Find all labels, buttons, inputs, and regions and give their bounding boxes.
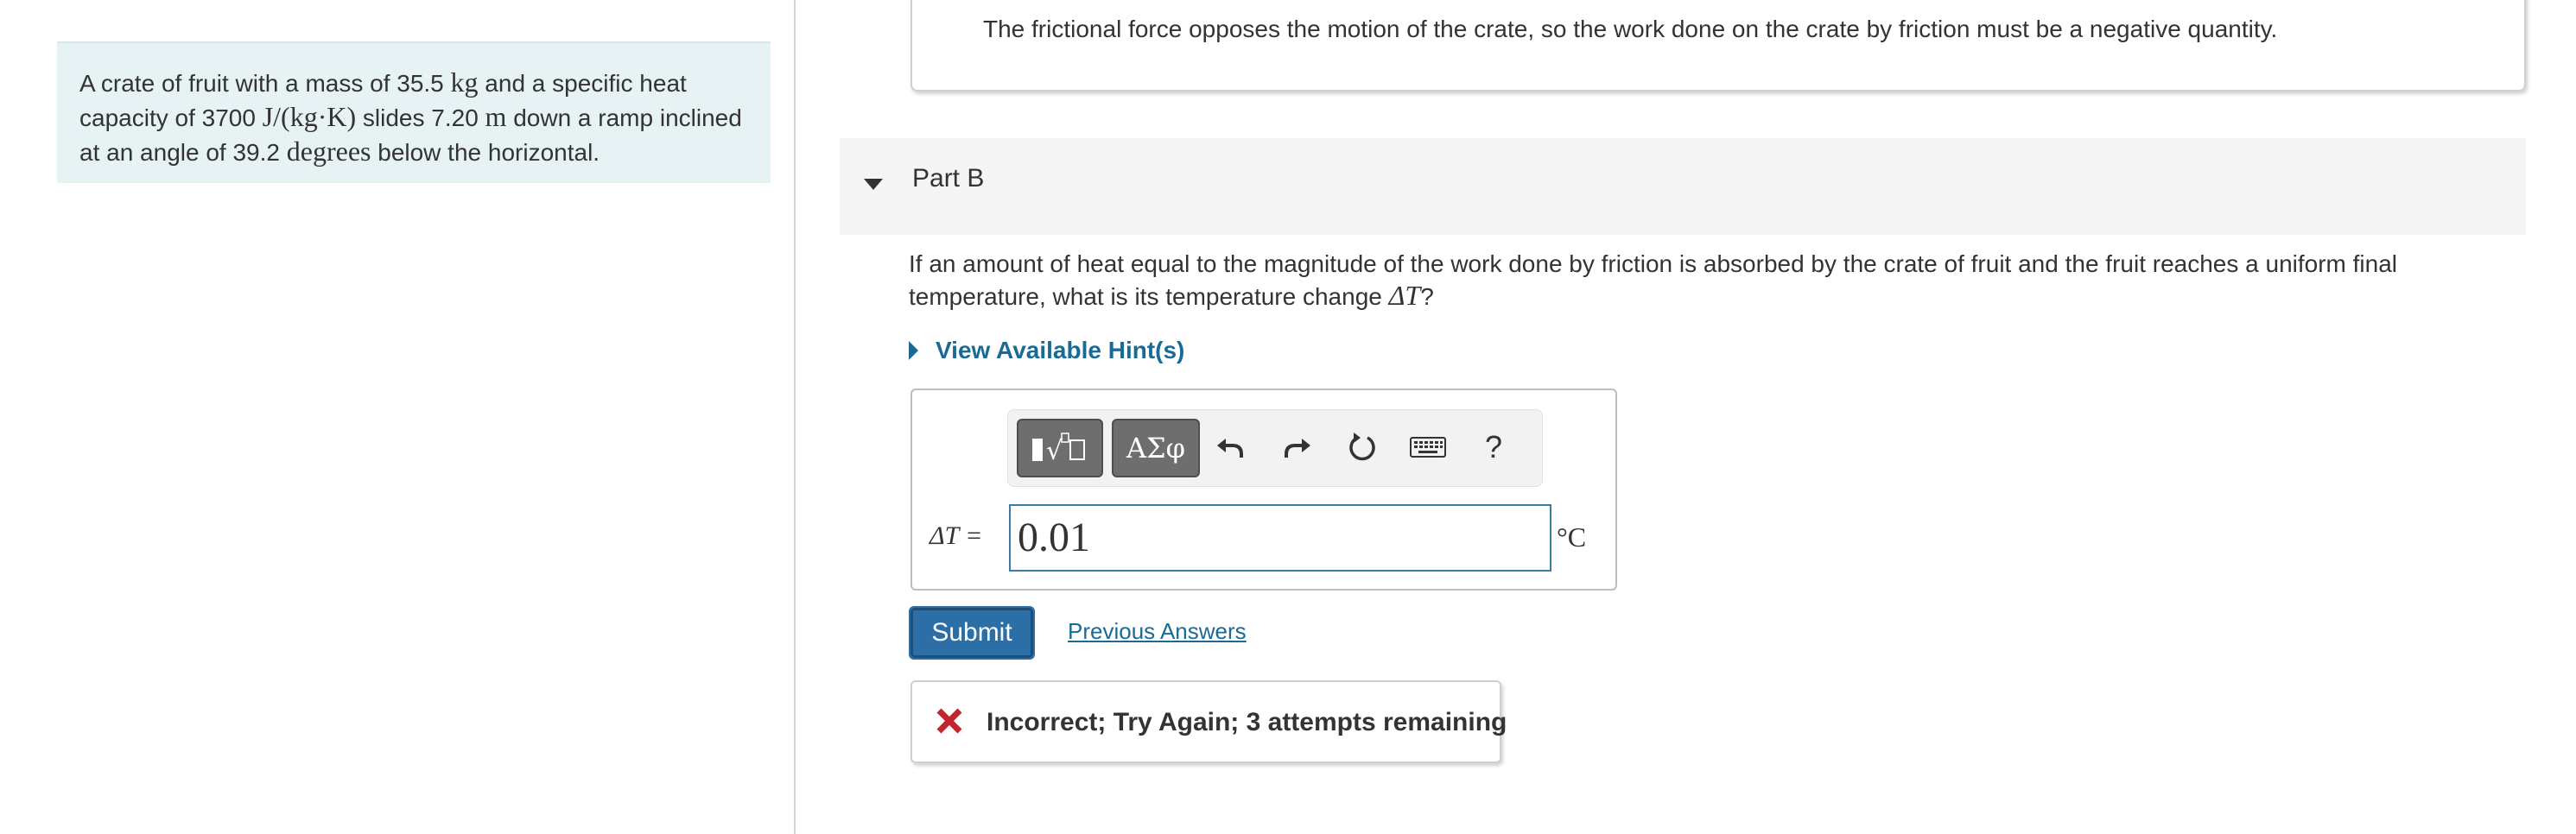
feedback-text: The frictional force opposes the motion …: [983, 16, 2278, 42]
question-body: If an amount of heat equal to the magnit…: [909, 250, 2398, 310]
redo-button[interactable]: [1278, 426, 1316, 469]
hints-label: View Available Hint(s): [936, 337, 1185, 363]
question-symbol: ΔT: [1388, 280, 1421, 311]
math-toolbar: √ ΑΣφ ?: [1007, 409, 1543, 487]
part-b-header[interactable]: Part B: [840, 138, 2526, 235]
undo-icon: [1217, 439, 1243, 458]
reset-button[interactable]: [1343, 426, 1381, 469]
answer-input[interactable]: 0.01: [1009, 504, 1551, 572]
templates-button[interactable]: √: [1017, 419, 1103, 477]
problem-text-1: A crate of fruit with a mass of 35.5: [79, 70, 451, 97]
part-title: Part B: [912, 164, 985, 193]
greek-symbols-button[interactable]: ΑΣφ: [1112, 419, 1200, 477]
problem-text-5: below the horizontal.: [371, 139, 600, 166]
unit-kg: kg: [450, 66, 479, 98]
question-text: If an amount of heat equal to the magnit…: [909, 249, 2516, 313]
panel-divider: [794, 0, 796, 834]
incorrect-x-icon: [936, 708, 962, 734]
incorrect-message: Incorrect; Try Again; 3 attempts remaini…: [987, 708, 1507, 736]
variable-label-text: ΔT =: [930, 521, 983, 550]
keyboard-button[interactable]: [1409, 426, 1447, 469]
unit-degrees: degrees: [286, 136, 371, 167]
question-end: ?: [1420, 283, 1434, 310]
problem-text-3: slides 7.20: [356, 104, 485, 131]
submit-button[interactable]: Submit: [909, 606, 1035, 660]
view-hints-link[interactable]: View Available Hint(s): [909, 337, 1184, 364]
keyboard-icon: [1410, 437, 1446, 458]
undo-button[interactable]: [1212, 426, 1250, 469]
help-button[interactable]: ?: [1475, 426, 1513, 469]
previous-answers-link[interactable]: Previous Answers: [1068, 618, 1247, 645]
reset-icon: [1349, 433, 1375, 461]
unit-label: °C: [1557, 521, 1587, 553]
feedback-card: The frictional force opposes the motion …: [910, 0, 2526, 92]
redo-icon: [1285, 439, 1310, 458]
expand-caret-icon: [909, 341, 918, 360]
unit-heat-capacity: J/(kg·K): [262, 101, 357, 132]
result-feedback: Incorrect; Try Again; 3 attempts remaini…: [910, 680, 1507, 763]
svg-text:√: √: [1046, 436, 1063, 466]
variable-label: ΔT =: [930, 521, 983, 551]
unit-m: m: [485, 101, 507, 132]
answer-box: √ ΑΣφ ? ΔT = 0.01 °C: [910, 389, 1617, 591]
collapse-caret-icon[interactable]: [864, 179, 883, 190]
templates-icon: √: [1032, 433, 1085, 466]
problem-statement: A crate of fruit with a mass of 35.5 kg …: [57, 41, 771, 183]
